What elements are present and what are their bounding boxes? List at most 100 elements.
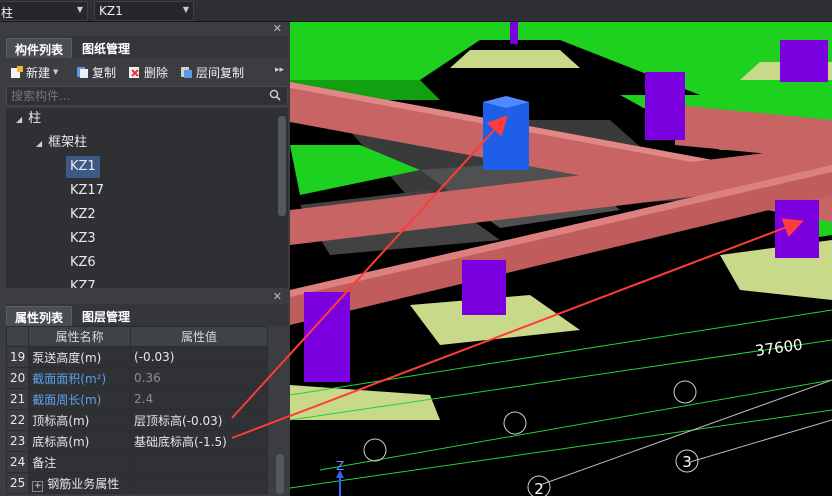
header-num <box>5 326 30 347</box>
property-value: 2.4 <box>130 388 268 410</box>
footing-pad <box>450 50 580 68</box>
search-input[interactable] <box>7 87 257 105</box>
search-icon[interactable] <box>269 89 281 101</box>
delete-icon <box>129 66 139 78</box>
footing-pad <box>290 385 440 420</box>
row-num: 23 <box>5 430 30 452</box>
property-value[interactable]: 基础底标高(-1.5) <box>130 430 268 452</box>
table-row[interactable]: 19 泵送高度(m) (-0.03) <box>5 346 268 368</box>
property-scrollbar[interactable] <box>276 454 284 494</box>
table-row[interactable]: 25 + 钢筋业务属性 <box>5 472 268 494</box>
property-value[interactable]: (-0.03) <box>130 346 268 368</box>
tree-scrollbar[interactable] <box>278 116 286 216</box>
tree-item-kz17[interactable]: KZ17 <box>70 180 104 202</box>
floor-slab <box>290 22 832 40</box>
new-icon <box>11 65 23 78</box>
property-name: 截面面积(m²) <box>28 367 132 389</box>
table-row[interactable]: 21 截面周长(m) 2.4 <box>5 388 268 410</box>
table-row[interactable]: 23 底标高(m) 基础底标高(-1.5) <box>5 430 268 452</box>
table-row[interactable]: 20 截面面积(m²) 0.36 <box>5 367 268 389</box>
property-name: 底标高(m) <box>28 430 132 452</box>
property-name-text: 钢筋业务属性 <box>47 476 120 491</box>
tab-layer-management[interactable]: 图层管理 <box>74 306 138 326</box>
table-row[interactable]: 24 备注 <box>5 451 268 473</box>
property-name: 泵送高度(m) <box>28 346 132 368</box>
new-button-label: 新建 <box>26 65 51 80</box>
property-name: 顶标高(m) <box>28 409 132 431</box>
tree-item-kz2[interactable]: KZ2 <box>70 204 96 226</box>
axis-number-2: 2 <box>534 480 544 496</box>
component-tree: ◢ 柱 ◢ 框架柱 KZ1 KZ17 KZ2 KZ3 KZ6 KZ7 <box>6 108 288 288</box>
tree-node-frame-column[interactable]: ◢ 框架柱 <box>36 132 87 154</box>
axis-bubble <box>673 380 697 404</box>
tab-drawing-management[interactable]: 图纸管理 <box>74 38 138 58</box>
property-value <box>130 472 268 494</box>
column[interactable] <box>304 292 350 382</box>
tree-node-label: 柱 <box>28 111 42 126</box>
copy-button-label: 复制 <box>92 65 117 80</box>
floor-copy-button-label: 层间复制 <box>196 65 245 80</box>
column[interactable] <box>780 40 828 82</box>
category-select[interactable]: 柱 ▼ <box>0 1 88 21</box>
row-num: 19 <box>5 346 30 368</box>
property-name: 备注 <box>28 451 132 473</box>
expand-icon[interactable]: ◢ <box>16 115 22 124</box>
component-select-value: KZ1 <box>99 4 123 18</box>
tab-component-list[interactable]: 构件列表 <box>6 38 73 58</box>
delete-button[interactable]: 删除 <box>128 63 168 81</box>
search-box[interactable] <box>6 86 288 106</box>
close-icon[interactable]: ✕ <box>273 22 282 35</box>
floor-slab <box>290 40 480 80</box>
column[interactable] <box>462 260 506 315</box>
property-table: 属性名称 属性值 19 泵送高度(m) (-0.03) 20 截面面积(m²) … <box>5 326 268 494</box>
floor-copy-icon <box>181 66 192 78</box>
property-value: 0.36 <box>130 367 268 389</box>
component-select[interactable]: KZ1 ▼ <box>94 1 194 21</box>
tree-item-kz3[interactable]: KZ3 <box>70 228 96 250</box>
new-button[interactable]: 新建 ▼ <box>10 63 58 81</box>
expand-plus-icon[interactable]: + <box>32 480 44 492</box>
more-icon[interactable]: ▸▸ <box>275 65 284 75</box>
row-num: 20 <box>5 367 30 389</box>
header-name: 属性名称 <box>28 326 132 347</box>
close-icon[interactable]: ✕ <box>273 290 282 303</box>
expand-icon[interactable]: ◢ <box>36 139 42 148</box>
tree-item-kz6[interactable]: KZ6 <box>70 252 96 274</box>
3d-viewport[interactable]: 3 2 37600 Z <box>290 22 832 496</box>
axis-bubble <box>363 438 387 462</box>
property-name: 截面周长(m) <box>28 388 132 410</box>
property-tab-row: 属性列表 图层管理 <box>6 304 288 326</box>
row-num: 25 <box>5 472 30 494</box>
component-toolbar: 新建 ▼ 复制 删除 层间复制 ▸▸ <box>6 60 288 84</box>
row-num: 22 <box>5 409 30 431</box>
chevron-down-icon: ▼ <box>76 5 83 14</box>
delete-button-label: 删除 <box>144 65 169 80</box>
copy-icon <box>77 66 88 78</box>
tree-node-label: 框架柱 <box>48 135 88 150</box>
row-num: 21 <box>5 388 30 410</box>
dimension-label: 37600 <box>754 335 804 359</box>
column[interactable] <box>510 22 518 44</box>
copy-button[interactable]: 复制 <box>76 63 116 81</box>
table-row[interactable]: 22 顶标高(m) 层顶标高(-0.03) <box>5 409 268 431</box>
tab-property-list[interactable]: 属性列表 <box>6 306 73 326</box>
top-toolbar: 柱 ▼ KZ1 ▼ <box>0 0 832 22</box>
tree-node-column[interactable]: ◢ 柱 <box>16 108 41 130</box>
component-tab-row: 构件列表 图纸管理 <box>6 36 288 58</box>
column[interactable] <box>645 72 685 140</box>
z-axis-label: Z <box>336 459 344 473</box>
row-num: 24 <box>5 451 30 473</box>
property-value[interactable] <box>130 451 268 473</box>
axis-number-3: 3 <box>682 453 692 471</box>
property-value[interactable]: 层顶标高(-0.03) <box>130 409 268 431</box>
floor-copy-button[interactable]: 层间复制 <box>180 63 244 81</box>
chevron-down-icon[interactable]: ▼ <box>53 68 58 76</box>
tree-item-kz1[interactable]: KZ1 <box>66 156 100 178</box>
left-panel: ✕ 构件列表 图纸管理 新建 ▼ 复制 删除 层间复制 ▸▸ ◢柱 <box>0 22 290 496</box>
property-table-header: 属性名称 属性值 <box>5 326 268 347</box>
tree-item-kz7[interactable]: KZ7 <box>70 276 96 288</box>
model-canvas[interactable]: 3 2 37600 Z <box>290 22 832 496</box>
property-name: + 钢筋业务属性 <box>28 472 132 494</box>
category-select-value: 柱 <box>1 6 14 20</box>
header-value: 属性值 <box>130 326 268 347</box>
